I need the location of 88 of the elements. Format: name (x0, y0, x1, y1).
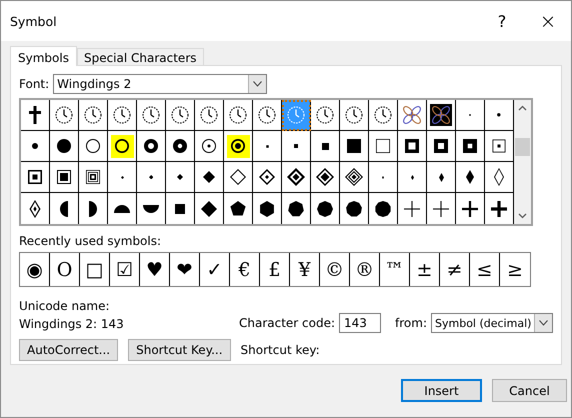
symbol-cell[interactable] (282, 131, 311, 162)
symbol-cell[interactable] (79, 100, 108, 131)
dialog-button[interactable]: Shortcut Key... (128, 339, 231, 361)
symbol-cell[interactable] (224, 162, 253, 193)
symbol-cell[interactable] (137, 162, 166, 193)
knot-icon (429, 103, 453, 127)
dropdown-icon[interactable] (539, 320, 548, 326)
knot-icon (400, 103, 424, 127)
diamond-icon (120, 176, 124, 178)
symbol-cell[interactable] (311, 131, 340, 162)
symbol-cell[interactable] (398, 131, 427, 162)
symbol-cell[interactable] (340, 100, 369, 131)
lozenge-icon (466, 170, 474, 184)
symbol-cell[interactable] (398, 100, 427, 131)
dialog-button[interactable]: Insert (401, 379, 482, 402)
square-icon (322, 142, 328, 150)
symbol-cell[interactable] (79, 162, 108, 193)
symbol-cell[interactable] (50, 131, 79, 162)
symbol-cell[interactable] (311, 100, 340, 131)
symbol-cell[interactable] (21, 100, 50, 131)
scroll-up-icon[interactable] (518, 104, 527, 113)
scroll-thumb[interactable] (515, 138, 530, 156)
symbol-cell[interactable] (427, 100, 456, 131)
tab[interactable]: Special Characters (76, 48, 204, 65)
symbol-cell[interactable] (166, 100, 195, 131)
symbol-cell[interactable] (50, 100, 79, 131)
symbol-cell[interactable] (137, 100, 166, 131)
symbol-cell[interactable] (166, 131, 195, 162)
diamond-icon (148, 174, 154, 180)
symbol-cell[interactable] (253, 100, 282, 131)
symbol-cell[interactable] (456, 131, 485, 162)
lozenge-icon (410, 174, 414, 180)
symbol-cell[interactable] (166, 162, 195, 193)
symbol-cell[interactable] (253, 162, 282, 193)
symbol-cell[interactable] (224, 100, 253, 131)
symbol-cell[interactable] (21, 162, 50, 193)
font-dropdown[interactable]: Wingdings 2 (53, 74, 268, 94)
symbol-cell[interactable] (311, 162, 340, 193)
symbol-cell[interactable] (398, 162, 427, 193)
symbol-cell[interactable] (108, 131, 137, 162)
from-label: from: (395, 316, 427, 330)
dropdown-icon[interactable] (253, 81, 262, 87)
symbol-cell[interactable] (195, 100, 224, 131)
symbol-cell[interactable] (369, 100, 398, 131)
dialog-button[interactable]: AutoCorrect... (19, 339, 118, 361)
window-title: Symbol (10, 14, 58, 28)
symbol-cell[interactable] (282, 162, 311, 193)
symbol-cell[interactable] (340, 162, 369, 193)
close-button[interactable]: × (525, 1, 571, 41)
scroll-down-icon[interactable] (518, 211, 527, 220)
square-icon (175, 204, 185, 214)
lozenge-icon (438, 172, 444, 182)
diamond-icon (177, 174, 183, 180)
symbol-cell[interactable] (137, 131, 166, 162)
character-code-field[interactable]: 143 (339, 313, 382, 333)
diamond-icon (203, 171, 215, 183)
recent-symbols-label: Recently used symbols: (19, 234, 162, 248)
symbol-cell[interactable] (108, 162, 137, 193)
symbol-cell[interactable] (485, 162, 514, 193)
symbol-cell[interactable] (456, 162, 485, 193)
help-button[interactable]: ? (479, 1, 525, 41)
font-label: Font: (19, 77, 50, 91)
dialog-button[interactable]: Cancel (492, 379, 567, 402)
symbol-cell[interactable] (369, 131, 398, 162)
symbol-cell[interactable] (485, 131, 514, 162)
symbol-cell[interactable] (79, 131, 108, 162)
character-code-label: Character code: (238, 316, 336, 330)
tab[interactable]: Symbols (10, 46, 77, 66)
symbol-cell[interactable] (369, 162, 398, 193)
symbol-cell[interactable] (485, 100, 514, 131)
unicode-name-value: Wingdings 2: 143 (19, 317, 125, 331)
shortcut-key-label: Shortcut key: (240, 343, 320, 357)
scrollbar[interactable] (514, 100, 531, 224)
symbol-cell[interactable] (427, 131, 456, 162)
symbol-cell[interactable] (456, 100, 485, 131)
symbol-cell[interactable] (195, 131, 224, 162)
from-dropdown[interactable]: Symbol (decimal) (431, 313, 553, 333)
symbol-cell[interactable] (282, 100, 311, 131)
symbol-cell[interactable] (195, 162, 224, 193)
symbol-cell[interactable] (427, 162, 456, 193)
symbol-cell[interactable] (253, 131, 282, 162)
square-icon (294, 144, 298, 148)
symbol-cell[interactable] (340, 131, 369, 162)
unicode-name-label: Unicode name: (19, 299, 111, 313)
symbol-cell[interactable] (21, 131, 50, 162)
symbol-cell[interactable] (50, 162, 79, 193)
symbol-cell[interactable] (108, 100, 137, 131)
symbol-cell[interactable] (224, 131, 253, 162)
